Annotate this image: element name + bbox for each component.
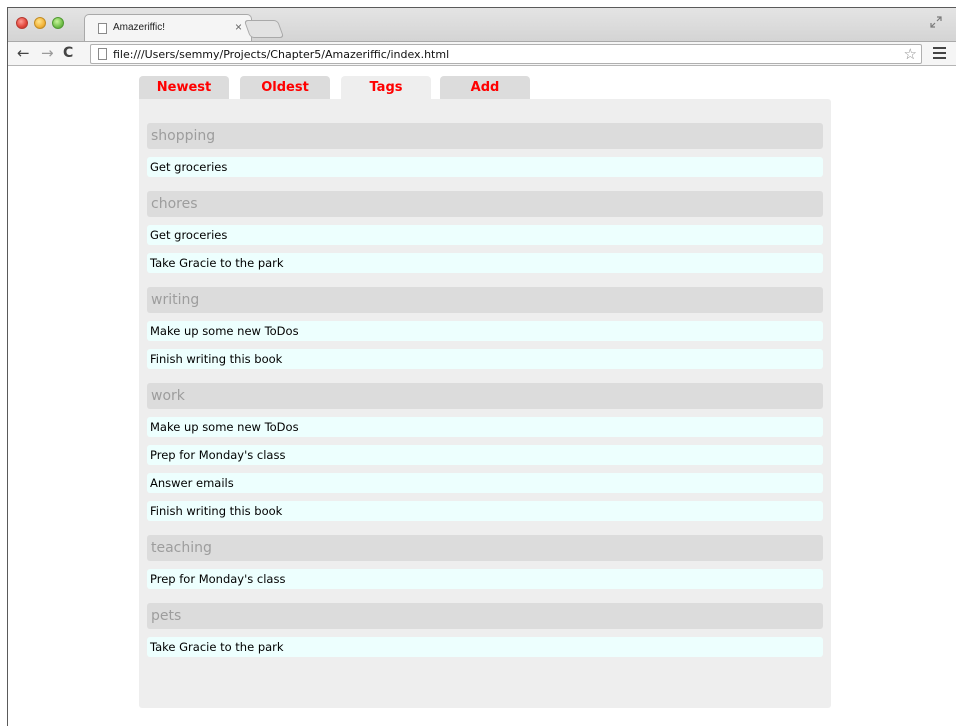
todo-item: Get groceries	[147, 225, 823, 245]
url-text[interactable]: file:///Users/semmy/Projects/Chapter5/Am…	[113, 48, 449, 61]
page-icon	[98, 23, 107, 34]
tags-panel: shopping Get groceries chores Get grocer…	[139, 99, 831, 708]
browser-window: Amazeriffic! × ← → C file:///Users/semmy…	[7, 7, 956, 726]
back-button[interactable]: ←	[17, 45, 30, 61]
bookmark-star-icon[interactable]: ☆	[904, 45, 917, 63]
new-tab-button[interactable]	[243, 20, 285, 38]
tab-title: Amazeriffic!	[113, 22, 166, 33]
close-tab-icon[interactable]: ×	[235, 20, 242, 34]
tab-strip: Amazeriffic! ×	[8, 8, 956, 42]
tag-group-work: work Make up some new ToDos Prep for Mon…	[147, 383, 823, 521]
tag-group-teaching: teaching Prep for Monday's class	[147, 535, 823, 589]
zoom-window-button[interactable]	[52, 17, 64, 29]
menu-icon[interactable]	[933, 47, 946, 59]
todo-item: Finish writing this book	[147, 349, 823, 369]
tag-header: writing	[147, 287, 823, 313]
tab-newest[interactable]: Newest	[139, 76, 229, 99]
page-icon	[98, 48, 107, 60]
tag-group-shopping: shopping Get groceries	[147, 123, 823, 177]
tag-header: work	[147, 383, 823, 409]
todo-item: Take Gracie to the park	[147, 637, 823, 657]
tag-header: chores	[147, 191, 823, 217]
tag-header: pets	[147, 603, 823, 629]
todo-item: Make up some new ToDos	[147, 417, 823, 437]
todo-item: Prep for Monday's class	[147, 569, 823, 589]
todo-item: Finish writing this book	[147, 501, 823, 521]
browser-toolbar: ← → C file:///Users/semmy/Projects/Chapt…	[8, 41, 956, 66]
page-content: Newest Oldest Tags Add shopping Get groc…	[8, 66, 956, 726]
minimize-window-button[interactable]	[34, 17, 46, 29]
tab-tags[interactable]: Tags	[341, 76, 431, 99]
todo-item: Answer emails	[147, 473, 823, 493]
tab-add[interactable]: Add	[440, 76, 530, 99]
todo-item: Make up some new ToDos	[147, 321, 823, 341]
tab-oldest[interactable]: Oldest	[240, 76, 330, 99]
todo-item: Prep for Monday's class	[147, 445, 823, 465]
tag-header: shopping	[147, 123, 823, 149]
reload-button[interactable]: C	[63, 45, 73, 61]
browser-tab[interactable]: Amazeriffic! ×	[84, 14, 252, 42]
address-bar[interactable]: file:///Users/semmy/Projects/Chapter5/Am…	[90, 44, 922, 64]
close-window-button[interactable]	[16, 17, 28, 29]
todo-item: Get groceries	[147, 157, 823, 177]
todo-item: Take Gracie to the park	[147, 253, 823, 273]
tag-group-writing: writing Make up some new ToDos Finish wr…	[147, 287, 823, 369]
forward-button[interactable]: →	[41, 45, 54, 61]
tag-header: teaching	[147, 535, 823, 561]
tag-group-pets: pets Take Gracie to the park	[147, 603, 823, 657]
fullscreen-icon[interactable]	[930, 16, 942, 28]
tag-group-chores: chores Get groceries Take Gracie to the …	[147, 191, 823, 273]
